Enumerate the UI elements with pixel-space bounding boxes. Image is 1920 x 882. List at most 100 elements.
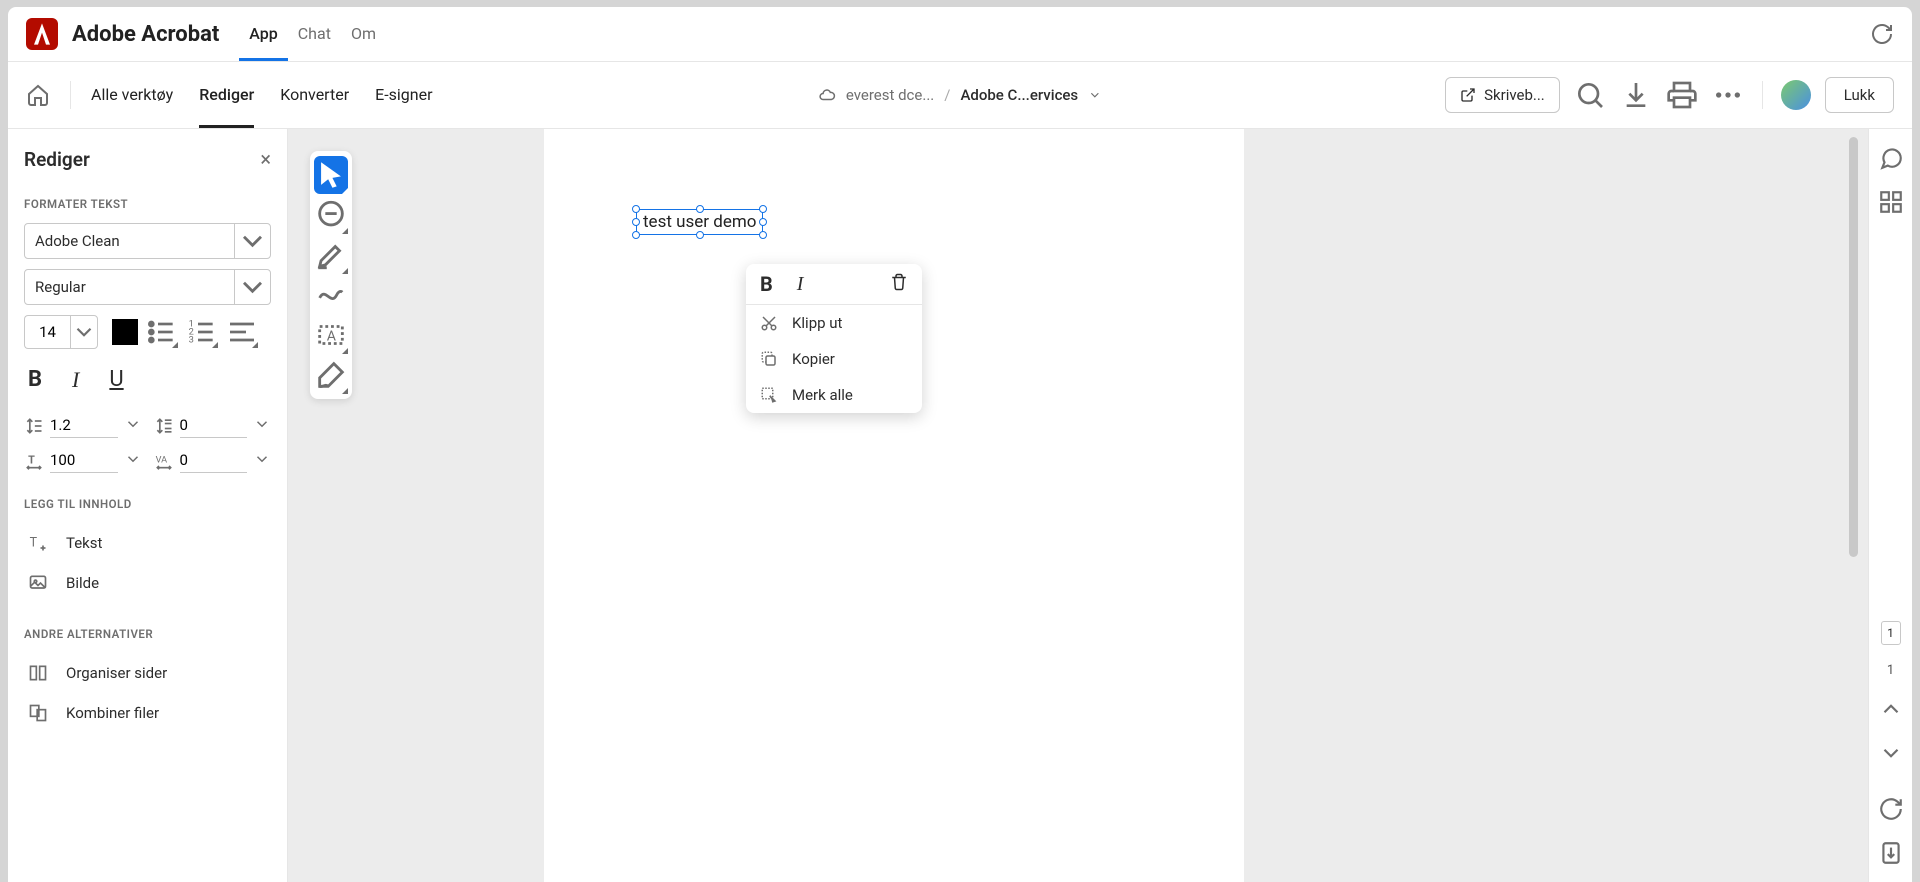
combine-files-button[interactable]: Kombiner filer (24, 693, 271, 733)
svg-text:VA: VA (155, 455, 166, 465)
highlight-tool[interactable] (314, 236, 348, 274)
line-height-input[interactable]: 1.2 (50, 413, 118, 438)
paragraph-spacing-input[interactable]: 0 (180, 413, 248, 438)
panel-title: Rediger (24, 148, 90, 171)
tab-all-tools[interactable]: Alle verktøy (91, 63, 173, 128)
bullet-list-icon[interactable] (146, 316, 178, 348)
tracking-input[interactable]: 0 (180, 448, 248, 473)
ctx-copy-label: Kopier (792, 350, 835, 368)
align-icon[interactable] (226, 316, 258, 348)
breadcrumb-file[interactable]: Adobe C...ervices (960, 86, 1078, 104)
app-title: Adobe Acrobat (72, 22, 219, 47)
thumbnails-panel-icon[interactable] (1878, 189, 1904, 215)
tab-chat[interactable]: Chat (288, 8, 341, 61)
ctx-bold-button[interactable]: B (760, 272, 773, 296)
svg-text:3: 3 (189, 335, 194, 346)
resize-handle[interactable] (759, 231, 767, 239)
resize-handle[interactable] (759, 205, 767, 213)
chevron-down-icon[interactable] (1088, 88, 1102, 102)
panel-close-icon[interactable]: × (260, 147, 271, 171)
avatar[interactable] (1781, 80, 1811, 110)
selected-text: test user demo (643, 212, 756, 232)
chevron-down-icon[interactable] (253, 415, 271, 437)
draw-tool[interactable] (314, 276, 348, 314)
ctx-italic-button[interactable]: I (797, 273, 804, 296)
textbox-tool[interactable]: A (314, 316, 348, 354)
font-weight-select[interactable]: Regular (24, 269, 271, 305)
export-icon[interactable] (1878, 840, 1904, 866)
resize-handle[interactable] (759, 218, 767, 226)
tab-app[interactable]: App (239, 8, 287, 61)
more-icon[interactable] (1712, 79, 1744, 111)
ctx-select-all[interactable]: Merk alle (746, 377, 922, 413)
comment-tool[interactable] (314, 196, 348, 234)
combine-icon (28, 703, 48, 723)
resize-handle[interactable] (632, 218, 640, 226)
numbered-list-icon[interactable]: 123 (186, 316, 218, 348)
page-down-icon[interactable] (1878, 740, 1904, 766)
tab-esign[interactable]: E-signer (375, 63, 432, 128)
italic-button[interactable]: I (72, 367, 79, 393)
font-size-input[interactable]: 14 (24, 315, 70, 349)
breadcrumb-folder[interactable]: everest dce... (846, 86, 934, 104)
image-icon (28, 573, 48, 593)
horizontal-scale-input[interactable]: 100 (50, 448, 118, 473)
organize-pages-button[interactable]: Organiser sider (24, 653, 271, 693)
ctx-cut[interactable]: Klipp ut (746, 305, 922, 341)
tab-about[interactable]: Om (341, 8, 386, 61)
download-icon[interactable] (1620, 79, 1652, 111)
svg-text:A: A (327, 329, 337, 345)
scrollbar[interactable] (1849, 137, 1858, 557)
svg-text:T: T (28, 453, 35, 466)
font-family-select[interactable]: Adobe Clean (24, 223, 271, 259)
comments-panel-icon[interactable] (1878, 145, 1904, 171)
ctx-cut-label: Klipp ut (792, 314, 842, 332)
pointer-tool[interactable] (314, 156, 348, 194)
section-other-label: ANDRE ALTERNATIVER (24, 627, 271, 641)
rotate-icon[interactable] (1878, 796, 1904, 822)
organize-label: Organiser sider (66, 664, 167, 682)
separator (70, 81, 71, 109)
ctx-delete-button[interactable] (890, 272, 908, 296)
font-size-chevron[interactable] (70, 315, 98, 349)
cut-icon (760, 314, 778, 332)
add-image-button[interactable]: Bilde (24, 563, 271, 603)
chevron-down-icon[interactable] (124, 415, 142, 437)
search-icon[interactable] (1574, 79, 1606, 111)
resize-handle[interactable] (632, 231, 640, 239)
page-up-icon[interactable] (1878, 696, 1904, 722)
tab-edit[interactable]: Rediger (199, 63, 254, 128)
total-pages: 1 (1887, 663, 1894, 678)
current-page-input[interactable]: 1 (1881, 621, 1901, 645)
tab-convert[interactable]: Konverter (280, 63, 349, 128)
copy-icon (760, 350, 778, 368)
add-text-button[interactable]: T Tekst (24, 523, 271, 563)
combine-label: Kombiner filer (66, 704, 159, 722)
chevron-down-icon (234, 224, 270, 258)
external-link-icon (1460, 87, 1476, 103)
resize-handle[interactable] (696, 205, 704, 213)
home-icon[interactable] (26, 83, 50, 107)
document-page[interactable]: test user demo B I (544, 129, 1244, 882)
separator (1762, 81, 1763, 109)
text-color-swatch[interactable] (112, 319, 138, 345)
chevron-down-icon[interactable] (124, 450, 142, 472)
font-weight-value: Regular (35, 278, 86, 296)
open-desktop-button[interactable]: Skriveb... (1445, 77, 1560, 113)
selected-text-box[interactable]: test user demo (636, 209, 763, 235)
select-all-icon (760, 386, 778, 404)
underline-button[interactable]: U (109, 367, 123, 393)
bold-button[interactable]: B (28, 367, 42, 393)
ctx-copy[interactable]: Kopier (746, 341, 922, 377)
resize-handle[interactable] (696, 231, 704, 239)
chevron-down-icon[interactable] (253, 450, 271, 472)
refresh-icon[interactable] (1870, 22, 1894, 46)
context-menu: B I Klipp ut Kopier (746, 264, 922, 413)
close-button[interactable]: Lukk (1825, 77, 1894, 113)
sign-tool[interactable] (314, 356, 348, 394)
line-height-icon (24, 416, 44, 436)
print-icon[interactable] (1666, 79, 1698, 111)
resize-handle[interactable] (632, 205, 640, 213)
add-image-label: Bilde (66, 574, 99, 592)
horizontal-scale-icon: T (24, 451, 44, 471)
